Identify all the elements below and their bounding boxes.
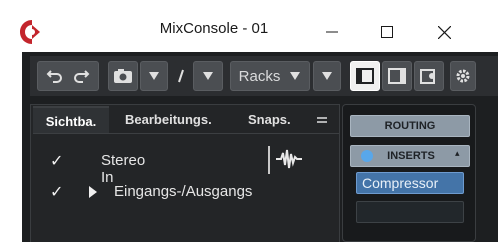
minimize-icon [326,31,338,33]
insert-slot-1[interactable]: Compressor [356,172,464,194]
channel-name: Stereo In [101,152,146,186]
channel-settings-button[interactable] [414,61,444,91]
gear-icon [456,69,470,83]
chevron-down-icon [322,72,332,80]
racks-dropdown-button[interactable] [313,61,341,91]
routing-rack-header[interactable]: ROUTING [350,115,470,137]
folder-name: Eingangs-/Ausgangs [114,183,253,200]
show-left-zone-button[interactable] [350,61,380,91]
wrench-icon [178,69,184,83]
tab-snapshots[interactable]: Snaps. [248,106,291,134]
inserts-label: INSERTS [387,150,435,162]
inserts-rack-header[interactable]: INSERTS ▴ [350,145,470,167]
checkmark-icon[interactable]: ✓ [50,182,63,202]
minimize-button[interactable] [309,14,355,50]
show-right-zone-button[interactable] [382,61,412,91]
chevron-up-icon[interactable]: ▴ [455,148,460,159]
chevron-down-icon [149,72,159,80]
expand-triangle-icon[interactable] [88,185,98,199]
insert-slot-2[interactable] [356,201,464,223]
settings-button[interactable] [450,61,476,91]
chevron-down-icon [290,72,301,80]
racks-button[interactable]: Racks [230,61,310,91]
undo-icon[interactable] [46,68,64,84]
maximize-button[interactable] [364,14,410,50]
snapshot-button[interactable] [108,61,138,91]
right-zone-icon [388,68,406,84]
maximize-icon [381,26,393,38]
checkmark-icon[interactable]: ✓ [50,151,63,171]
snapshot-dropdown-button[interactable] [140,61,168,91]
hamburger-icon [317,117,327,123]
redo-icon[interactable] [72,68,90,84]
tab-bearbeitungs[interactable]: Bearbeitungs. [125,106,212,134]
racks-label: Racks [238,67,281,85]
tab-sichtbarkeit[interactable]: Sichtba. [33,106,109,134]
close-button[interactable] [421,14,467,50]
left-zone-icon [356,68,374,84]
panel-menu-button[interactable] [316,106,328,134]
undo-redo-group [37,61,99,91]
camera-icon [114,69,132,83]
channel-tool-icon[interactable] [174,61,188,91]
channel-settings-icon [420,69,435,84]
separator [268,146,270,174]
window-titlebar: MixConsole - 01 [0,0,498,52]
close-icon [437,25,451,39]
chevron-down-icon [203,72,213,80]
tabs-divider [33,133,339,134]
waveform-icon [276,149,302,169]
tool-dropdown-button[interactable] [193,61,223,91]
